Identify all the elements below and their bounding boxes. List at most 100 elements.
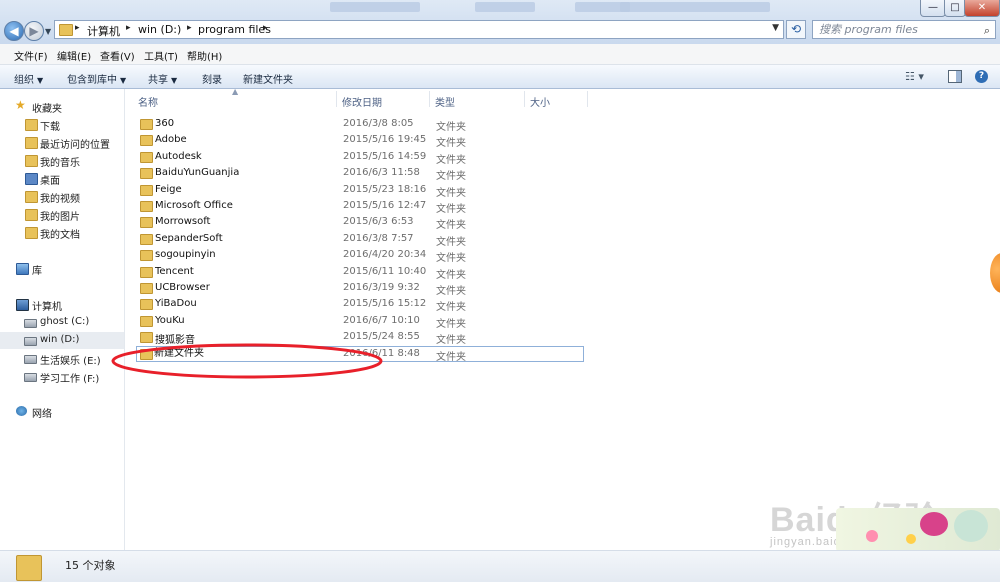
file-type: 文件夹 [436,335,466,346]
nav-network[interactable]: 网络 [0,403,124,420]
nav-item-pictures[interactable]: 我的图片 [0,206,124,223]
file-type: 文件夹 [436,122,466,133]
search-icon[interactable]: ⌕ [984,22,990,39]
nav-item-downloads[interactable]: 下载 [0,116,124,133]
nav-item-music[interactable]: 我的音乐 [0,152,124,169]
nav-libraries[interactable]: 库 [0,260,124,277]
drive-icon [24,373,37,382]
file-name: SepanderSoft [155,233,223,244]
menu-tools[interactable]: 工具(T) [144,48,178,63]
breadcrumb-computer[interactable]: 计算机 [87,23,120,39]
organize-button[interactable]: 组织 ▼ [14,71,43,86]
file-row[interactable]: Tencent 2015/6/11 10:40 文件夹 [125,264,595,281]
breadcrumb-arrow-icon[interactable]: ▸ [187,23,192,33]
menu-edit[interactable]: 编辑(E) [57,48,91,63]
breadcrumb-arrow-icon[interactable]: ▸ [75,23,80,33]
file-name: YouKu [155,315,185,326]
file-date: 2015/5/23 18:16 [343,184,427,195]
file-type: 文件夹 [436,302,466,313]
back-button[interactable]: ◀ [4,21,24,41]
nav-item-label: win (D:) [40,334,80,345]
file-row[interactable]: Feige 2015/5/23 18:16 文件夹 [125,182,595,199]
drive-icon [24,355,37,364]
minimize-button[interactable]: — [920,0,946,17]
breadcrumb-arrow-icon[interactable]: ▸ [126,23,131,33]
nav-item-documents[interactable]: 我的文档 [0,224,124,241]
menu-help[interactable]: 帮助(H) [187,48,222,63]
file-row[interactable]: Autodesk 2015/5/16 14:59 文件夹 [125,149,595,166]
file-date: 2016/3/19 9:32 [343,282,420,293]
file-row[interactable]: UCBrowser 2016/3/19 9:32 文件夹 [125,280,595,297]
search-input[interactable]: 搜索 program files ⌕ [812,20,996,39]
file-date: 2015/5/16 14:59 [343,151,427,162]
column-type[interactable]: 类型 [435,94,455,109]
nav-computer[interactable]: 计算机 [0,296,124,313]
file-row[interactable]: YiBaDou 2015/5/16 15:12 文件夹 [125,296,595,313]
file-row[interactable]: Microsoft Office 2015/5/16 12:47 文件夹 [125,198,595,215]
file-row[interactable]: SepanderSoft 2016/3/8 7:57 文件夹 [125,231,595,248]
column-size[interactable]: 大小 [530,94,550,109]
nav-computer-label: 计算机 [32,302,62,313]
file-row[interactable]: sogoupinyin 2016/4/20 20:34 文件夹 [125,247,595,264]
file-type: 文件夹 [436,237,466,248]
downloads-folder-icon [25,119,38,131]
file-type: 文件夹 [436,171,466,182]
menu-file[interactable]: 文件(F) [14,48,48,63]
breadcrumb-drive[interactable]: win (D:) [138,23,181,36]
file-date: 2015/5/16 12:47 [343,200,427,211]
nav-item-label: 我的文档 [40,230,80,241]
close-button[interactable]: ✕ [964,0,1000,17]
videos-folder-icon [25,191,38,203]
share-button[interactable]: 共享 ▼ [148,71,177,86]
file-type: 文件夹 [436,319,466,330]
folder-icon [140,168,153,179]
folder-icon [140,316,153,327]
nav-item-label: 我的图片 [40,212,80,223]
new-folder-button[interactable]: 新建文件夹 [243,71,293,86]
file-date: 2016/6/7 10:10 [343,315,420,326]
nav-drive-e[interactable]: 生活娱乐 (E:) [0,350,124,367]
column-date-modified[interactable]: 修改日期 [342,94,382,109]
file-row[interactable]: 360 2016/3/8 8:05 文件夹 [125,116,595,133]
file-row[interactable]: Adobe 2015/5/16 19:45 文件夹 [125,132,595,149]
nav-drive-f[interactable]: 学习工作 (F:) [0,368,124,385]
menu-view[interactable]: 查看(V) [100,48,135,63]
breadcrumb-folder[interactable]: program files [198,23,271,36]
recent-pages-dropdown[interactable]: ▼ [45,27,51,36]
file-row[interactable]: YouKu 2016/6/7 10:10 文件夹 [125,313,595,330]
nav-item-desktop[interactable]: 桌面 [0,170,124,187]
address-dropdown-icon[interactable]: ▼ [772,23,779,33]
address-bar[interactable]: ▸ 计算机 ▸ win (D:) ▸ program files ▸ ▼ [54,20,784,39]
annotation-ellipse [111,343,383,379]
view-options-icon[interactable]: ☷ ▾ [905,70,924,83]
nav-item-videos[interactable]: 我的视频 [0,188,124,205]
nav-favorites[interactable]: ★ 收藏夹 [0,98,124,115]
column-name[interactable]: 名称 [138,94,158,109]
breadcrumb-arrow-icon[interactable]: ▸ [263,23,268,33]
nav-item-label: 学习工作 (F:) [40,374,100,385]
burn-button[interactable]: 刻录 [202,71,222,86]
folder-icon [140,217,153,228]
file-type: 文件夹 [436,155,466,166]
column-divider[interactable] [524,91,525,107]
file-name: Tencent [155,266,194,277]
file-date: 2016/6/3 11:58 [343,167,420,178]
refresh-button[interactable]: ⟲ [786,20,806,39]
nav-item-label: 桌面 [40,176,60,187]
folder-icon [140,152,153,163]
column-divider[interactable] [429,91,430,107]
nav-drive-c[interactable]: ghost (C:) [0,314,124,331]
file-name: sogoupinyin [155,249,216,260]
nav-item-recent-places[interactable]: 最近访问的位置 [0,134,124,151]
preview-pane-icon[interactable] [948,70,962,83]
file-row[interactable]: BaiduYunGuanjia 2016/6/3 11:58 文件夹 [125,165,595,182]
file-date: 2015/5/16 15:12 [343,298,427,309]
forward-button[interactable]: ▶ [24,21,44,41]
file-row[interactable]: Morrowsoft 2015/6/3 6:53 文件夹 [125,214,595,231]
include-in-library-button[interactable]: 包含到库中 ▼ [67,71,126,86]
maximize-button[interactable]: □ [944,0,966,17]
column-divider[interactable] [336,91,337,107]
nav-drive-d[interactable]: win (D:) [0,332,124,349]
help-icon[interactable]: ? [975,70,988,83]
column-divider[interactable] [587,91,588,107]
